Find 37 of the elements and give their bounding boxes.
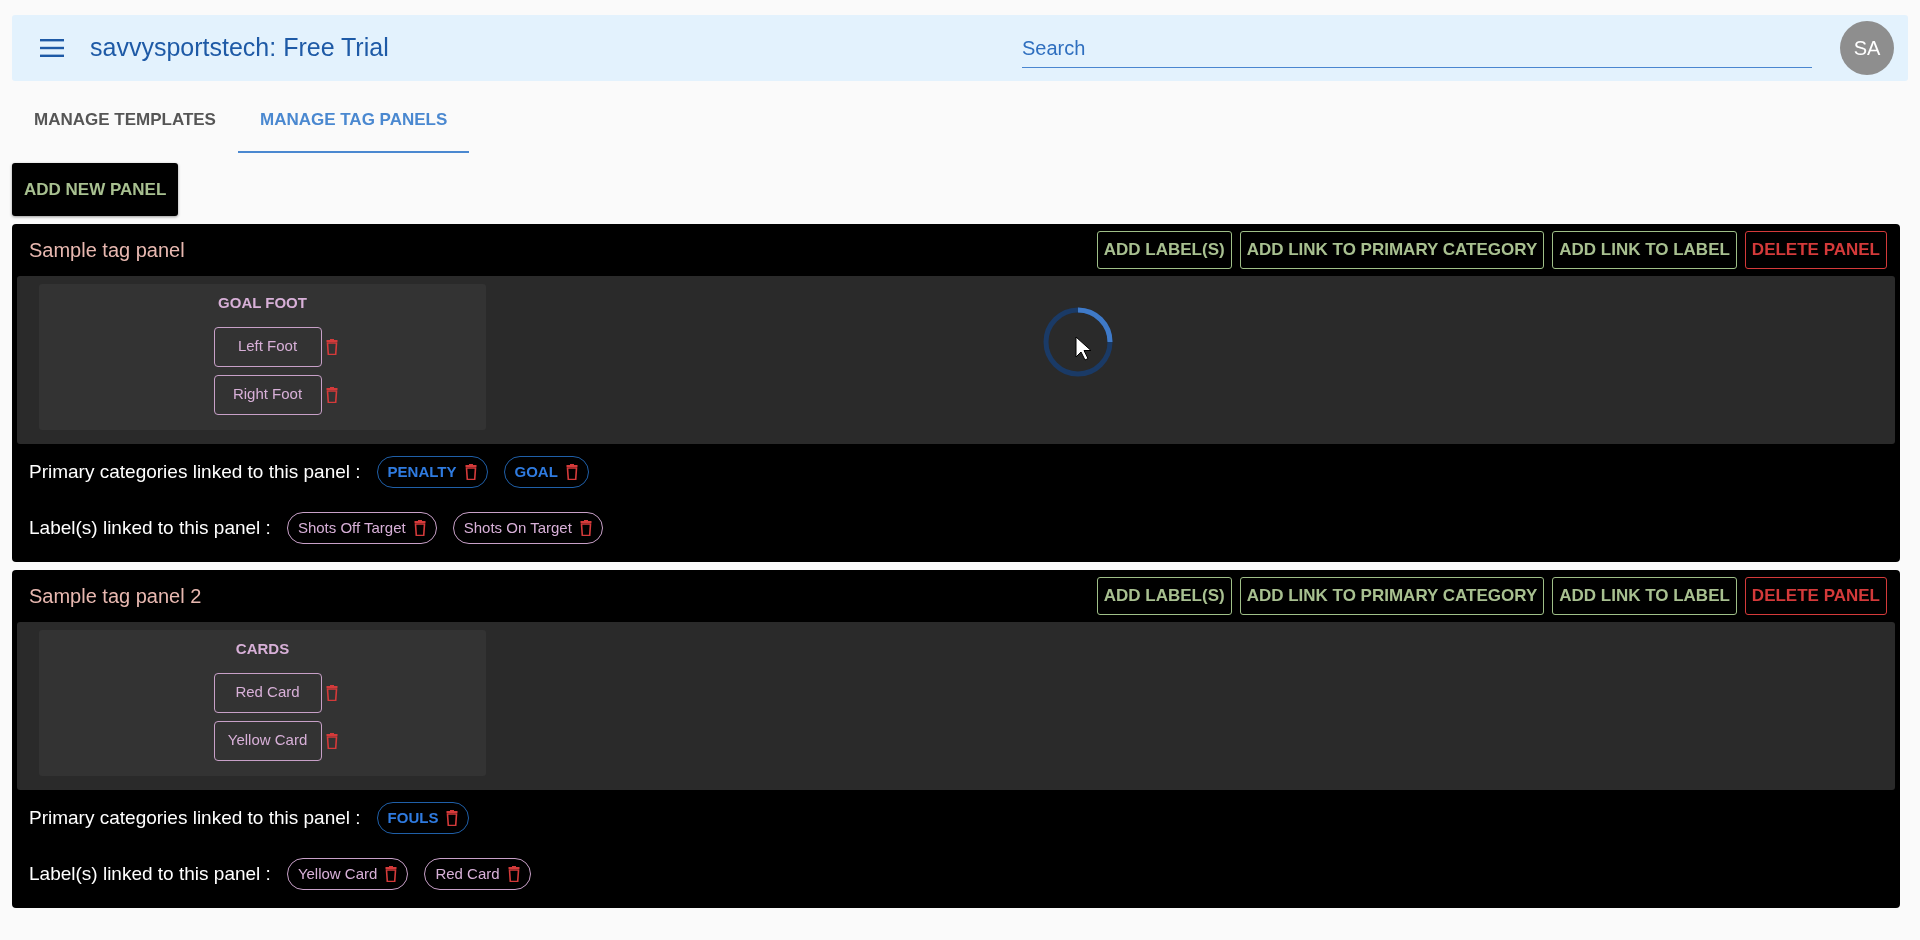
delete-icon[interactable]	[385, 866, 398, 882]
delete-icon[interactable]	[507, 866, 520, 882]
panel-title: Sample tag panel 2	[28, 584, 202, 609]
group-title: CARDS	[235, 639, 290, 659]
delete-icon[interactable]	[579, 520, 592, 536]
delete-icon[interactable]	[413, 520, 426, 536]
delete-icon[interactable]	[464, 464, 477, 480]
label-button[interactable]: Red Card	[213, 672, 322, 713]
panel-title: Sample tag panel	[28, 238, 185, 263]
delete-icon[interactable]	[325, 338, 338, 355]
action-button[interactable]: ADD LABEL(S)	[1096, 577, 1232, 615]
action-button[interactable]: ADD LINK TO LABEL	[1552, 231, 1737, 269]
tab[interactable]: MANAGE TAG PANELS	[237, 93, 470, 153]
caption: Label(s) linked to this panel :	[28, 515, 271, 540]
caption: Primary categories linked to this panel :	[28, 459, 361, 484]
delete-button[interactable]: DELETE PANEL	[1744, 577, 1887, 615]
tab[interactable]: MANAGE TEMPLATES	[12, 93, 238, 153]
action-button[interactable]: ADD LINK TO LABEL	[1552, 577, 1737, 615]
label-button[interactable]: Right Foot	[213, 374, 322, 415]
action-button[interactable]: ADD LINK TO PRIMARY CATEGORY	[1239, 231, 1545, 269]
caption: Primary categories linked to this panel :	[28, 805, 361, 830]
delete-icon[interactable]	[446, 810, 459, 826]
delete-icon[interactable]	[325, 732, 338, 749]
group-title: GOAL FOOT	[218, 293, 307, 313]
delete-icon[interactable]	[325, 386, 338, 403]
label-button[interactable]: Left Foot	[213, 326, 322, 367]
label-button[interactable]: Yellow Card	[213, 720, 322, 761]
app-title: savvysportstech: Free Trial	[90, 32, 389, 64]
delete-icon[interactable]	[565, 464, 578, 480]
action-button[interactable]: ADD LABEL(S)	[1096, 231, 1232, 269]
search-field[interactable]: Search	[1022, 28, 1812, 68]
add-panel-button[interactable]: ADD NEW PANEL	[12, 162, 179, 216]
menu-icon[interactable]	[40, 39, 64, 57]
caption: Label(s) linked to this panel :	[28, 861, 271, 886]
action-button[interactable]: ADD LINK TO PRIMARY CATEGORY	[1239, 577, 1545, 615]
delete-icon[interactable]	[325, 684, 338, 701]
delete-button[interactable]: DELETE PANEL	[1744, 231, 1887, 269]
